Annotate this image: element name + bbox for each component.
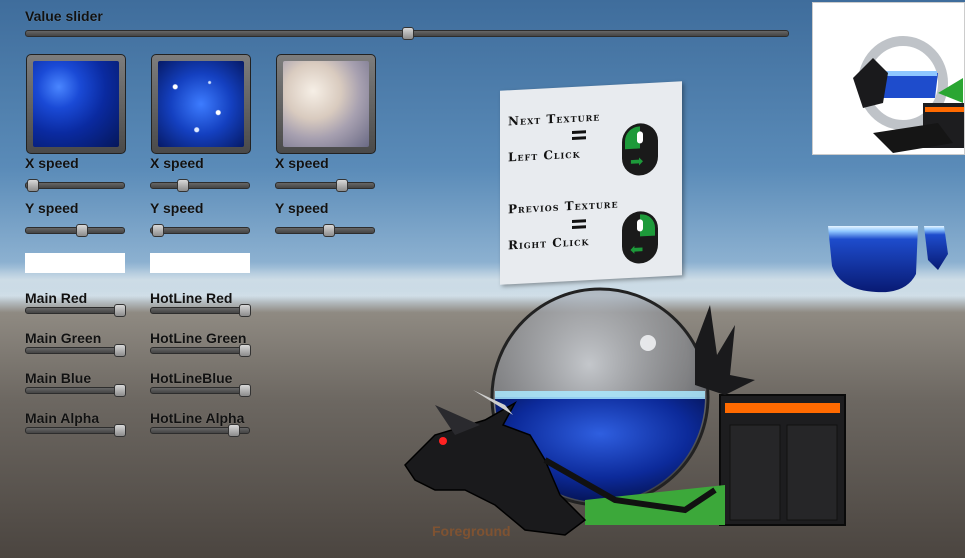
y-speed-label-2: Y speed — [150, 200, 204, 216]
main-alpha-slider[interactable] — [25, 424, 126, 437]
right-click-mouse-icon: ⬅ — [622, 210, 658, 265]
hotline-green-label: HotLine Green — [150, 330, 247, 346]
preview-panel — [812, 2, 965, 155]
value-slider-thumb[interactable] — [402, 27, 414, 40]
hotline-blue-label: HotLineBlue — [150, 370, 233, 386]
hotline-red-label: HotLine Red — [150, 290, 233, 306]
x-speed-thumb-2[interactable] — [177, 179, 189, 192]
texture-button-2[interactable] — [151, 54, 251, 154]
main-blue-thumb[interactable] — [114, 384, 126, 397]
x-speed-label-1: X speed — [25, 155, 79, 171]
y-speed-label-1: Y speed — [25, 200, 79, 216]
main-green-label: Main Green — [25, 330, 102, 346]
floating-blue-shard — [828, 226, 948, 293]
main-red-slider[interactable] — [25, 304, 126, 317]
hotline-color-swatch — [150, 253, 250, 273]
texture-preview-blue-nebula — [33, 61, 119, 147]
x-speed-label-2: X speed — [150, 155, 204, 171]
x-speed-thumb-3[interactable] — [336, 179, 348, 192]
hotline-red-slider[interactable] — [150, 304, 251, 317]
main-alpha-thumb[interactable] — [114, 424, 126, 437]
foreground-label: Foreground — [432, 523, 511, 539]
sign-left-click: Left Click — [508, 146, 581, 165]
x-speed-label-3: X speed — [275, 155, 329, 171]
hotline-alpha-thumb[interactable] — [228, 424, 240, 437]
x-speed-thumb-1[interactable] — [27, 179, 39, 192]
main-alpha-label: Main Alpha — [25, 410, 100, 426]
texture-button-3[interactable] — [276, 54, 376, 154]
texture-button-1[interactable] — [26, 54, 126, 154]
main-green-thumb[interactable] — [114, 344, 126, 357]
instruction-sign: Next Texture Left Click ➡ Previos Textur… — [500, 81, 682, 285]
y-speed-slider-3[interactable] — [275, 224, 375, 237]
x-speed-slider-3[interactable] — [275, 179, 375, 192]
sign-next-texture: Next Texture — [508, 109, 601, 129]
main-red-label: Main Red — [25, 290, 88, 306]
sign-right-click: Right Click — [508, 234, 590, 253]
preview-thumbnail — [853, 36, 964, 153]
value-slider-label: Value slider — [25, 8, 103, 24]
hotline-alpha-slider[interactable] — [150, 424, 250, 437]
main-color-swatch — [25, 253, 125, 273]
x-speed-slider-2[interactable] — [150, 179, 250, 192]
y-speed-thumb-1[interactable] — [76, 224, 88, 237]
y-speed-label-3: Y speed — [275, 200, 329, 216]
main-blue-label: Main Blue — [25, 370, 92, 386]
sign-previos-texture: Previos Texture — [508, 196, 619, 217]
x-speed-slider-1[interactable] — [25, 179, 125, 192]
y-speed-slider-2[interactable] — [150, 224, 250, 237]
y-speed-thumb-3[interactable] — [323, 224, 335, 237]
texture-preview-cloudy-nebula — [283, 61, 369, 147]
main-green-slider[interactable] — [25, 344, 126, 357]
hotline-red-thumb[interactable] — [239, 304, 251, 317]
hotline-blue-thumb[interactable] — [239, 384, 251, 397]
hotline-blue-slider[interactable] — [150, 384, 251, 397]
left-click-mouse-icon: ➡ — [622, 122, 658, 177]
y-speed-slider-1[interactable] — [25, 224, 125, 237]
hotline-green-slider[interactable] — [150, 344, 251, 357]
main-blue-slider[interactable] — [25, 384, 126, 397]
texture-preview-starfield — [158, 61, 244, 147]
y-speed-thumb-2[interactable] — [152, 224, 164, 237]
dragon-globe-scene — [404, 287, 846, 536]
main-red-thumb[interactable] — [114, 304, 126, 317]
hotline-green-thumb[interactable] — [239, 344, 251, 357]
value-slider[interactable] — [25, 27, 789, 40]
